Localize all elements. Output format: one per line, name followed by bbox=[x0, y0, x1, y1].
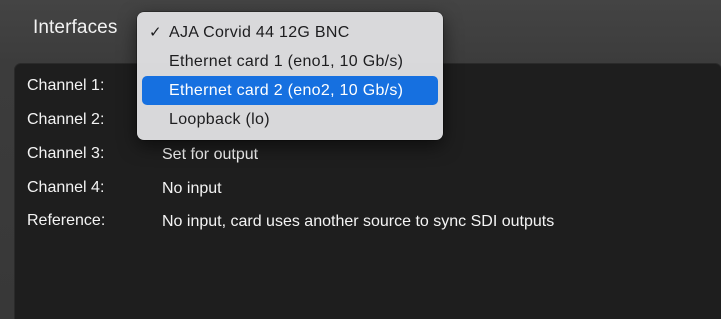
menu-item-ethernet-card-1[interactable]: Ethernet card 1 (eno1, 10 Gb/s) bbox=[142, 47, 438, 76]
channel-2-label: Channel 2: bbox=[27, 111, 105, 128]
channel-row-4: Channel 4: No input bbox=[15, 179, 721, 201]
checkmark-icon: ✓ bbox=[149, 24, 162, 41]
menu-item-aja-corvid[interactable]: ✓ AJA Corvid 44 12G BNC bbox=[142, 18, 438, 47]
interfaces-label: Interfaces bbox=[33, 17, 118, 38]
channel-1-label: Channel 1: bbox=[27, 77, 105, 94]
menu-item-label: Loopback (lo) bbox=[169, 111, 270, 128]
channel-4-label: Channel 4: bbox=[27, 179, 105, 196]
menu-item-loopback[interactable]: Loopback (lo) bbox=[142, 105, 438, 134]
channel-4-value: No input bbox=[162, 180, 222, 197]
menu-item-label: Ethernet card 1 (eno1, 10 Gb/s) bbox=[169, 53, 404, 70]
interfaces-window: Interfaces Channel 1: Channel 2: Channel… bbox=[0, 0, 721, 319]
channel-3-value: Set for output bbox=[162, 146, 259, 163]
channel-3-label: Channel 3: bbox=[27, 145, 105, 162]
interface-dropdown-menu[interactable]: ✓ AJA Corvid 44 12G BNC Ethernet card 1 … bbox=[137, 12, 443, 140]
menu-item-label: AJA Corvid 44 12G BNC bbox=[169, 24, 350, 41]
reference-row: Reference: No input, card uses another s… bbox=[15, 212, 721, 234]
channel-row-3: Channel 3: Set for output bbox=[15, 145, 721, 167]
reference-label: Reference: bbox=[27, 212, 106, 229]
menu-item-label: Ethernet card 2 (eno2, 10 Gb/s) bbox=[169, 82, 404, 99]
reference-value: No input, card uses another source to sy… bbox=[162, 213, 555, 230]
menu-item-ethernet-card-2[interactable]: Ethernet card 2 (eno2, 10 Gb/s) bbox=[142, 76, 438, 105]
